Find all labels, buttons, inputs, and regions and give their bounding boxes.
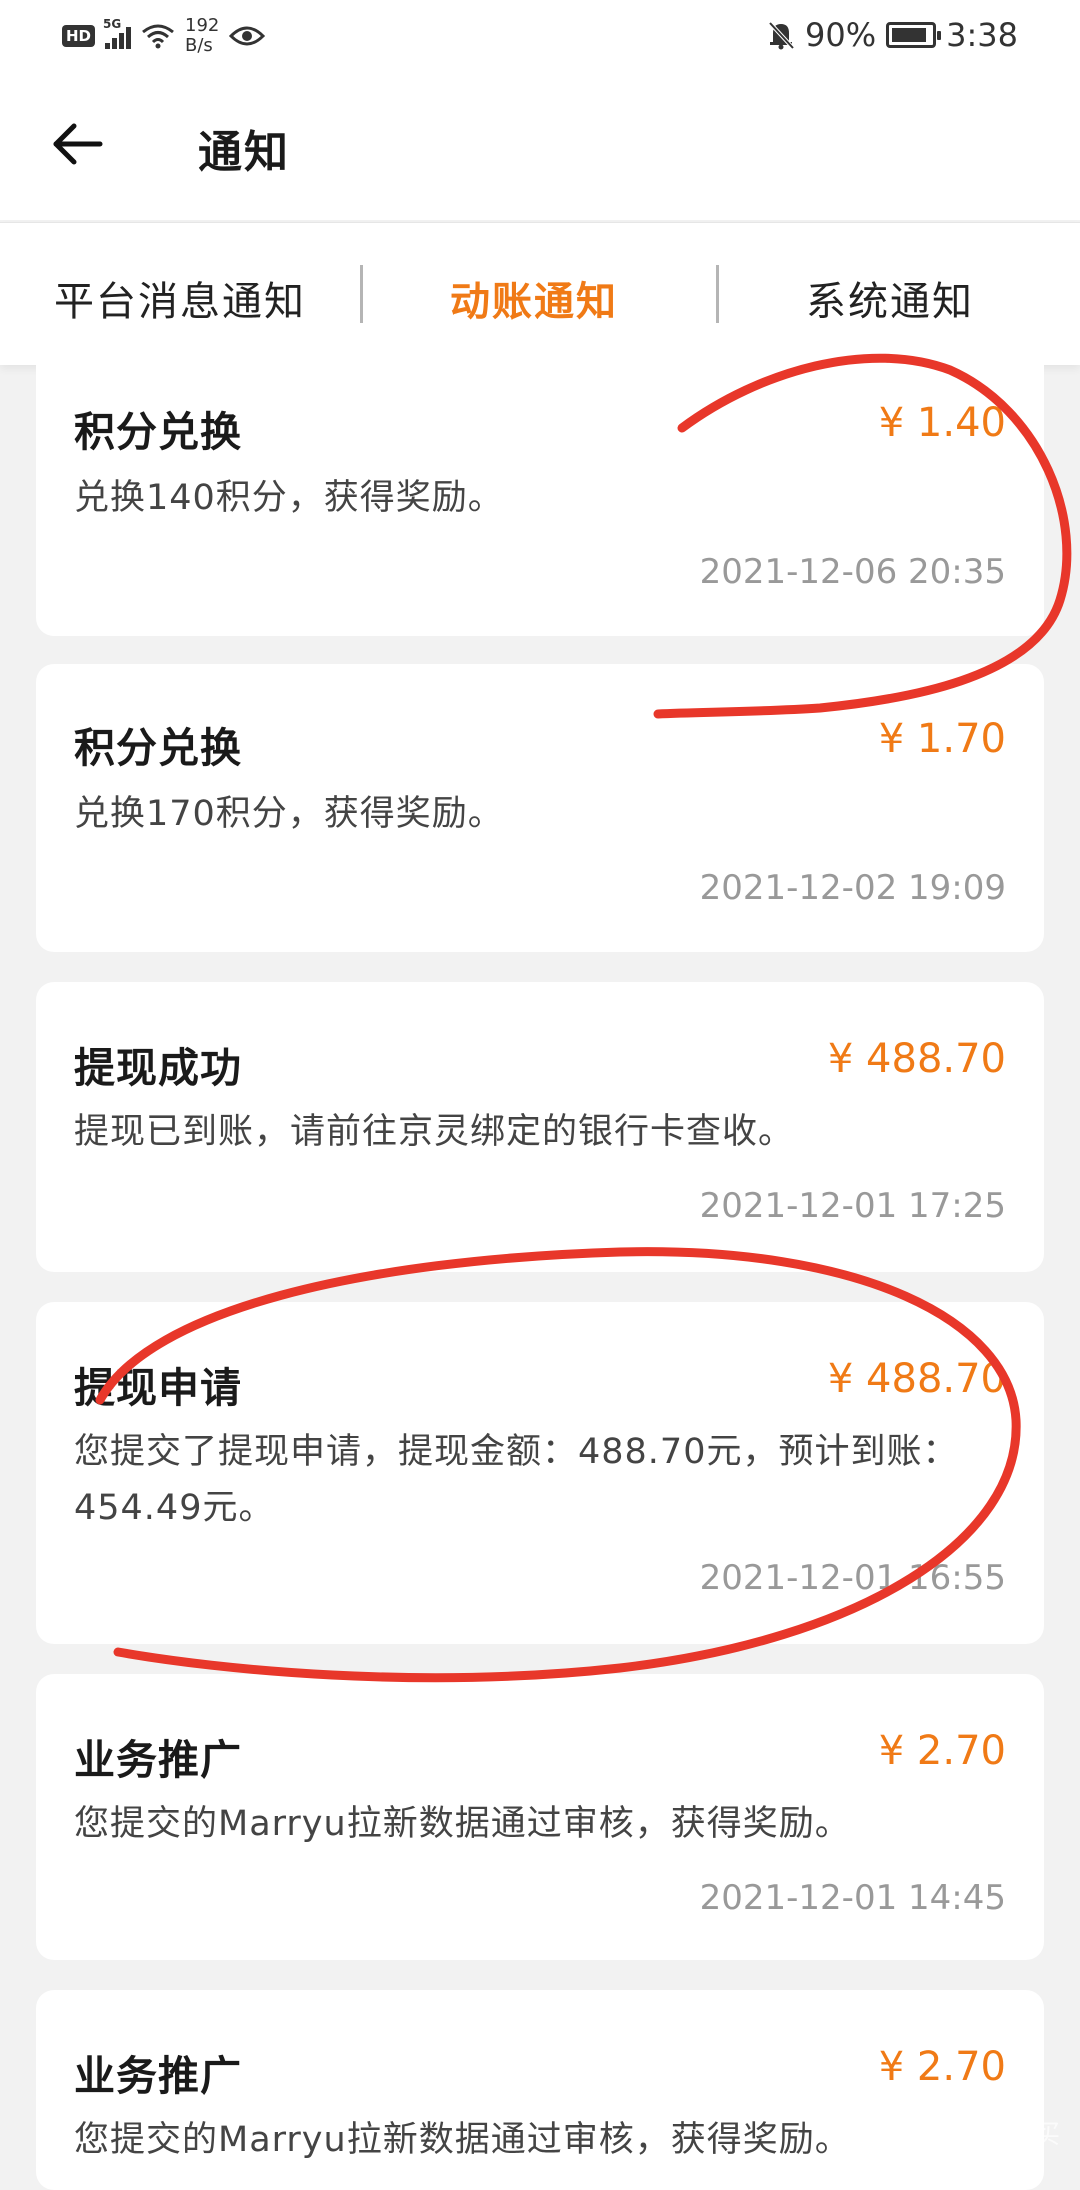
- notification-card[interactable]: 提现申请 ¥ 488.70 您提交了提现申请，提现金额：488.70元，预计到账…: [36, 1302, 1044, 1644]
- card-timestamp: 2021-12-01 16:55: [699, 1558, 1006, 1598]
- back-arrow-icon[interactable]: [48, 114, 108, 174]
- page-title: 通知: [198, 127, 290, 178]
- wifi-icon: [142, 24, 174, 49]
- card-title: 提现成功: [74, 1044, 242, 1092]
- card-amount: ¥ 1.40: [878, 400, 1006, 446]
- card-timestamp: 2021-12-06 20:35: [699, 552, 1006, 592]
- card-description: 您提交的Marryu拉新数据通过审核，获得奖励。: [74, 1804, 851, 1844]
- speed-value: 192: [185, 15, 220, 36]
- notification-card[interactable]: 业务推广 ¥ 2.70 您提交的Marryu拉新数据通过审核，获得奖励。 202…: [36, 1674, 1044, 1960]
- card-amount: ¥ 488.70: [827, 1036, 1006, 1082]
- signal-icon: 5G: [103, 17, 132, 49]
- tab-divider: [360, 265, 363, 323]
- card-title: 业务推广: [74, 1736, 242, 1784]
- eye-icon: [229, 26, 266, 46]
- card-timestamp: 2021-12-01 14:45: [699, 1878, 1006, 1918]
- tab-account-activity[interactable]: 动账通知: [450, 269, 618, 327]
- card-description: 兑换170积分，获得奖励。: [74, 794, 504, 834]
- mute-bell-icon: [768, 21, 795, 50]
- clock: 3:38: [946, 16, 1018, 54]
- card-description: 提现已到账，请前往京灵绑定的银行卡查收。: [74, 1112, 795, 1152]
- card-title: 积分兑换: [74, 724, 242, 772]
- hd-icon: HD: [62, 25, 96, 47]
- card-amount: ¥ 1.70: [878, 716, 1006, 762]
- card-timestamp: 2021-12-02 19:09: [699, 868, 1006, 908]
- card-description: 您提交的Marryu拉新数据通过审核，获得奖励。: [74, 2120, 851, 2160]
- card-amount: ¥ 2.70: [878, 2044, 1006, 2090]
- battery-fill: [892, 28, 927, 42]
- tab-platform-messages[interactable]: 平台消息通知: [54, 269, 306, 327]
- app-header: 通知: [0, 70, 1080, 220]
- tab-divider: [716, 265, 719, 323]
- status-right: 90% 3:38: [767, 16, 1018, 54]
- battery-percent: 90%: [805, 16, 877, 54]
- battery-icon: [886, 22, 942, 48]
- tab-system-notices[interactable]: 系统通知: [806, 269, 974, 327]
- status-left: HD 5G 192 B/s: [62, 16, 266, 56]
- card-description: 兑换140积分，获得奖励。: [74, 478, 504, 518]
- card-title: 提现申请: [74, 1364, 242, 1412]
- card-description: 您提交了提现申请，提现金额：488.70元，预计到账：454.49元。: [74, 1432, 959, 1528]
- notification-card[interactable]: 积分兑换 ¥ 1.40 兑换140积分，获得奖励。 2021-12-06 20:…: [36, 330, 1044, 636]
- card-title: 业务推广: [74, 2052, 242, 2100]
- notification-card[interactable]: 积分兑换 ¥ 1.70 兑换170积分，获得奖励。 2021-12-02 19:…: [36, 664, 1044, 952]
- watermark: 值 什么值得买: [895, 2120, 1060, 2150]
- notification-card[interactable]: 业务推广 ¥ 2.70 您提交的Marryu拉新数据通过审核，获得奖励。: [36, 1990, 1044, 2190]
- card-amount: ¥ 488.70: [827, 1356, 1006, 1402]
- speed-unit: B/s: [185, 35, 213, 56]
- notification-card[interactable]: 提现成功 ¥ 488.70 提现已到账，请前往京灵绑定的银行卡查收。 2021-…: [36, 982, 1044, 1272]
- card-amount: ¥ 2.70: [878, 1728, 1006, 1774]
- status-bar: HD 5G 192 B/s 90% 3:38: [0, 0, 1080, 70]
- card-title: 积分兑换: [74, 408, 242, 456]
- network-type: 5G: [103, 17, 122, 31]
- card-timestamp: 2021-12-01 17:25: [699, 1186, 1006, 1226]
- network-speed: 192 B/s: [185, 16, 219, 56]
